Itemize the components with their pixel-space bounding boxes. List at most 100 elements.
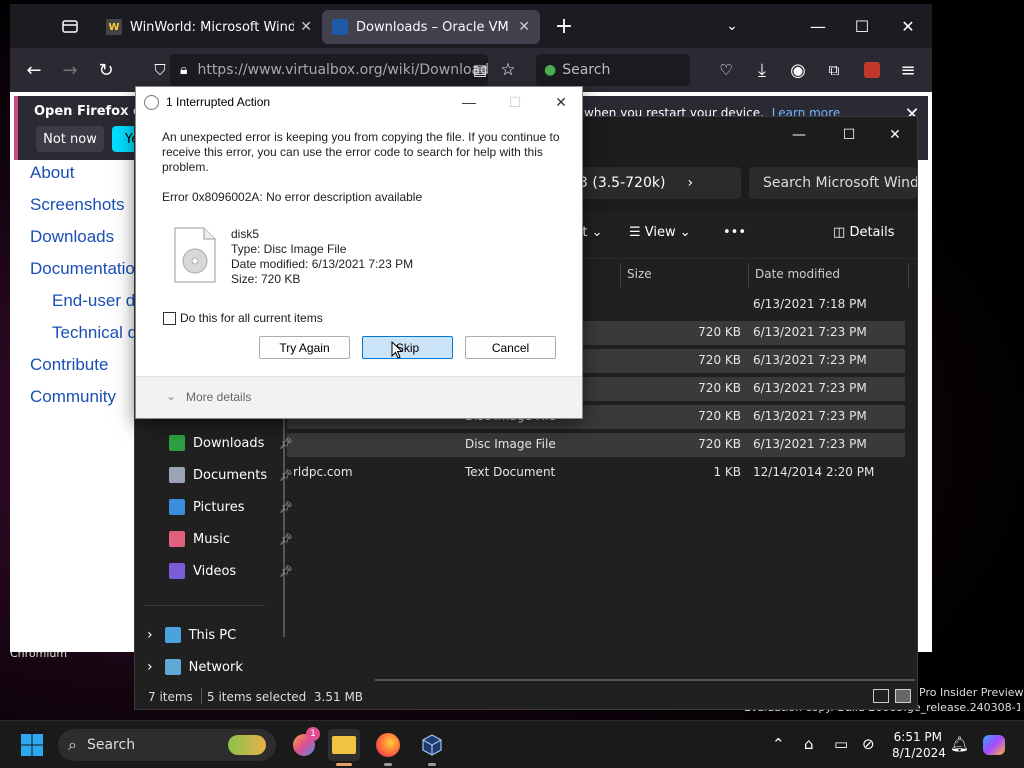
forward-arrow-icon[interactable]: → — [56, 56, 84, 84]
column-separator — [620, 263, 621, 287]
tab-overview-icon[interactable] — [56, 12, 84, 40]
mouse-cursor-icon — [391, 340, 404, 364]
explorer-search-input[interactable]: Search Microsoft Window — [749, 167, 917, 199]
computer-icon — [164, 627, 181, 643]
tiles-view-icon[interactable] — [895, 689, 911, 703]
reload-icon[interactable]: ↻ — [92, 56, 120, 84]
wiki-link-downloads[interactable]: Downloads — [30, 227, 114, 247]
dialog-title: 1 Interrupted Action — [166, 95, 271, 109]
minimize-icon[interactable]: — — [804, 12, 832, 40]
apply-to-all-checkbox[interactable] — [163, 312, 176, 325]
nav-item-downloads[interactable]: Downloads 📌︎ — [169, 430, 293, 456]
cell-date: 12/14/2014 2:20 PM — [753, 465, 875, 479]
taskbar-search[interactable]: ⌕ Search — [58, 729, 276, 761]
notification-bell-icon[interactable]: 🔔︎ — [950, 735, 969, 753]
view-button[interactable]: ☰ View ⌄ — [629, 225, 691, 240]
explorer-minimize-icon[interactable]: — — [785, 121, 813, 149]
documents-folder-icon — [169, 467, 185, 483]
wiki-link-end-user[interactable]: End-user d — [52, 291, 135, 311]
pocket-icon[interactable]: ♡ — [712, 56, 740, 84]
start-button[interactable] — [16, 729, 48, 761]
column-separator — [908, 263, 909, 287]
table-row[interactable]: rldpc.com Text Document 1 KB 12/14/2014 2:2… — [287, 461, 905, 485]
tab-close-icon[interactable]: ✕ — [518, 19, 530, 35]
search-box[interactable]: ● Search — [536, 54, 690, 86]
downloads-icon[interactable]: ⤓ — [748, 56, 776, 84]
list-tabs-chevron-icon[interactable]: ⌄ — [718, 12, 746, 40]
active-indicator — [336, 763, 352, 766]
wiki-link-community[interactable]: Community — [30, 387, 116, 407]
details-pane-button[interactable]: ◫ Details — [833, 225, 895, 240]
tab-close-icon[interactable]: ✕ — [300, 19, 312, 35]
disc-image-file-icon — [174, 227, 216, 283]
firefox-taskbar-icon[interactable] — [372, 729, 404, 766]
maximize-icon[interactable]: ☐ — [848, 12, 876, 40]
tree-item-this-pc[interactable]: › This PC — [147, 622, 236, 648]
wiki-link-technical[interactable]: Technical d — [52, 323, 137, 343]
tab-title: Downloads – Oracle VM Virtual — [356, 19, 512, 35]
volume-icon[interactable]: ⊘ — [862, 735, 875, 753]
dialog-close-icon[interactable]: ✕ — [548, 91, 574, 113]
nav-item-label: Videos — [193, 563, 237, 579]
search-icon: ⌕ — [68, 735, 77, 754]
details-pane-icon: ◫ — [833, 225, 846, 240]
tray-chevron-up-icon[interactable]: ⌃ — [772, 735, 785, 753]
bookmark-star-icon[interactable]: ☆ — [494, 56, 522, 84]
account-icon[interactable]: ◉ — [784, 56, 812, 84]
file-explorer-taskbar-icon[interactable] — [328, 729, 360, 766]
back-arrow-icon[interactable]: ← — [20, 56, 48, 84]
horizontal-scrollbar[interactable] — [375, 679, 915, 681]
breadcrumb[interactable]: 3 (3.5-720k) › — [565, 167, 741, 199]
close-window-icon[interactable]: ✕ — [894, 12, 922, 40]
ublock-icon[interactable] — [858, 56, 886, 84]
tree-item-label: This PC — [188, 627, 237, 643]
cancel-button[interactable]: Cancel — [465, 336, 556, 359]
chevron-right-icon[interactable]: › — [147, 659, 153, 675]
explorer-maximize-icon[interactable]: ☐ — [835, 121, 863, 149]
copilot-icon[interactable]: 1 — [288, 727, 320, 761]
nav-item-pictures[interactable]: Pictures 📌︎ — [169, 494, 293, 520]
more-options-button[interactable]: ••• — [723, 225, 746, 240]
display-icon[interactable]: ▭ — [834, 735, 848, 753]
menu-hamburger-icon[interactable]: ≡ — [894, 56, 922, 84]
tab-downloads-virtualbox[interactable]: Downloads – Oracle VM Virtual ✕ — [322, 10, 540, 44]
wiki-link-about[interactable]: About — [30, 163, 74, 183]
more-details-toggle[interactable]: More details — [186, 390, 251, 404]
new-tab-button[interactable]: + — [550, 12, 578, 40]
wiki-link-contribute[interactable]: Contribute — [30, 355, 108, 375]
copy-progress-icon — [144, 95, 159, 110]
column-header-size[interactable]: Size — [627, 267, 652, 281]
try-again-button[interactable]: Try Again — [259, 336, 350, 359]
explorer-close-icon[interactable]: ✕ — [881, 121, 909, 149]
nav-item-label: Pictures — [193, 499, 245, 515]
error-message: An unexpected error is keeping you from … — [162, 130, 560, 174]
url-bar[interactable]: 🔒︎ https://www.virtualbox.org/wiki/Downl… — [170, 54, 488, 86]
chevron-right-icon[interactable]: › — [147, 627, 153, 643]
extensions-icon[interactable]: ⧉ — [820, 56, 848, 84]
wiki-link-documentation[interactable]: Documentation — [30, 259, 144, 279]
network-icon[interactable]: ⌂ — [804, 735, 814, 753]
interrupted-action-dialog: 1 Interrupted Action — ☐ ✕ An unexpected… — [135, 86, 583, 419]
clock-time[interactable]: 6:51 PM — [892, 730, 942, 744]
nav-item-documents[interactable]: Documents 📌︎ — [169, 462, 293, 488]
details-view-icon[interactable] — [873, 689, 889, 703]
network-icon — [164, 659, 181, 675]
cell-size: 1 KB — [713, 465, 741, 479]
wiki-link-screenshots[interactable]: Screenshots — [30, 195, 125, 215]
skip-button[interactable]: Skip — [362, 336, 453, 359]
tree-item-network[interactable]: › Network — [147, 654, 243, 680]
column-header-date-modified[interactable]: Date modified — [755, 267, 840, 281]
clock-date[interactable]: 8/1/2024 — [892, 746, 946, 760]
dialog-footer: ⌄ More details — [136, 376, 582, 418]
not-now-button[interactable]: Not now — [36, 126, 104, 152]
reader-view-icon[interactable]: ▤ — [466, 56, 494, 84]
cell-date: 6/13/2021 7:23 PM — [753, 381, 867, 395]
dialog-minimize-icon[interactable]: — — [456, 91, 482, 113]
virtualbox-taskbar-icon[interactable] — [416, 729, 448, 766]
nav-item-videos[interactable]: Videos 📌︎ — [169, 558, 293, 584]
chevron-down-icon: ⌄ — [166, 389, 177, 403]
table-row[interactable]: Disc Image File720 KB6/13/2021 7:23 PM — [287, 433, 905, 457]
tab-winworld[interactable]: W WinWorld: Microsoft Windows ✕ — [96, 10, 322, 44]
nav-item-music[interactable]: Music 📌︎ — [169, 526, 293, 552]
copilot-tray-icon[interactable] — [978, 729, 1010, 761]
